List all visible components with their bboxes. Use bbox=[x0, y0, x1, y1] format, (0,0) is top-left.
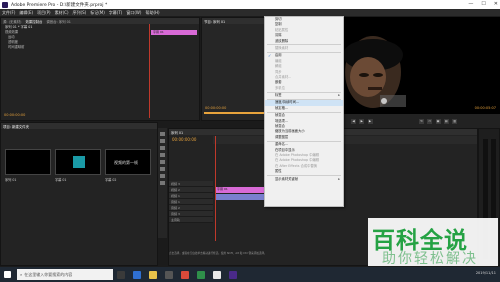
export-frame-button[interactable]: ▣ bbox=[435, 119, 441, 124]
time-ruler[interactable] bbox=[213, 136, 477, 144]
window-title: Adobe Premiere Pro - D:\新建文件夹.prproj * bbox=[11, 2, 108, 8]
clip-thumb-sequence[interactable] bbox=[5, 149, 51, 175]
timeline-clip-video[interactable] bbox=[216, 194, 264, 200]
edge-icon[interactable] bbox=[133, 270, 141, 279]
ripple-edit-tool-icon[interactable] bbox=[160, 146, 165, 150]
track-master[interactable]: 主音轨 bbox=[169, 217, 213, 223]
menu-marker[interactable]: 标记(M) bbox=[90, 10, 105, 16]
timeline-clip-title[interactable]: 字幕 01 bbox=[216, 187, 264, 193]
tab-source[interactable]: 源: (无素材) bbox=[3, 19, 21, 24]
track-select-tool-icon[interactable] bbox=[160, 139, 165, 143]
menu-item-properties[interactable]: 属性 bbox=[265, 169, 343, 174]
store-icon[interactable] bbox=[165, 270, 173, 279]
menu-item-multicam[interactable]: 多机位 bbox=[265, 86, 343, 91]
menu-item-frame-hold[interactable]: 帧定格... bbox=[265, 106, 343, 111]
loop-button[interactable]: ↻ bbox=[419, 119, 424, 124]
tools-panel bbox=[158, 128, 167, 238]
tab-sequence[interactable]: 序列 01 bbox=[171, 130, 183, 135]
minimize-button[interactable]: — bbox=[468, 1, 473, 7]
maximize-button[interactable]: ☐ bbox=[481, 1, 485, 7]
menu-window[interactable]: 窗口(W) bbox=[126, 10, 141, 16]
extract-button[interactable]: ▥ bbox=[452, 119, 458, 124]
clip-thumb-title2[interactable]: 视频的第一帧 bbox=[105, 149, 151, 175]
close-button[interactable]: ✕ bbox=[494, 1, 498, 7]
timeline-timecode: 00:00:00:00 bbox=[172, 137, 197, 142]
watermark-subtitle: 助你轻松解决 bbox=[382, 251, 478, 267]
menu-item-label[interactable]: 标签 ▸ bbox=[265, 93, 343, 98]
clip-title2-text: 视频的第一帧 bbox=[114, 160, 138, 165]
program-monitor-side: 节目: 序列 01 00:00:00:00 bbox=[201, 17, 268, 121]
menu-project[interactable]: 项目(P) bbox=[37, 10, 51, 16]
menu-clip[interactable]: 素材(C) bbox=[55, 10, 69, 16]
app-icon-red[interactable] bbox=[181, 270, 189, 279]
menu-item-adjustment-layer[interactable]: 调整图层 bbox=[265, 135, 343, 140]
selection-tool-icon[interactable] bbox=[160, 132, 165, 136]
menu-item-show-keyframes[interactable]: 显示素材关键帧 ▸ bbox=[265, 177, 343, 182]
lift-button[interactable]: ▤ bbox=[443, 119, 449, 124]
app-icon-white[interactable] bbox=[213, 270, 221, 279]
premiere-taskbar-icon[interactable] bbox=[229, 270, 237, 279]
slip-tool-icon[interactable] bbox=[160, 160, 165, 164]
project-panel: 项目: 新建文件夹 序列 01 字幕 01 视频的第一帧 字幕 02 bbox=[0, 122, 158, 266]
menu-item-ripple-delete[interactable]: 波纹删除 bbox=[265, 39, 343, 44]
effect-controls-panel: 源: (无素材) 效果控制台 调音台: 序列 01 序列 01 * 字幕 01 … bbox=[0, 17, 200, 121]
clip-context-menu: 剪切 复制 粘贴属性 清除 波纹删除 替换素材 ✓ 启用 编组 解组 同步 合并素… bbox=[264, 16, 344, 207]
step-back-button[interactable]: ◀ bbox=[351, 119, 356, 124]
menu-edit[interactable]: 编辑(E) bbox=[19, 10, 33, 16]
play-button[interactable]: ▶ bbox=[359, 119, 365, 124]
premiere-icon bbox=[2, 1, 8, 8]
tab-program[interactable]: 节目: 序列 01 bbox=[204, 19, 225, 24]
zoom-tool-icon[interactable] bbox=[160, 181, 165, 185]
windows-start-icon[interactable] bbox=[4, 271, 11, 278]
fx-clip-bar[interactable]: 字幕 01 bbox=[151, 30, 197, 35]
menu-title[interactable]: 字幕(T) bbox=[109, 10, 123, 16]
program-timecode-left: 00:00:00:00 bbox=[205, 106, 227, 110]
taskbar-search[interactable]: ⌕ 在这里输入你要搜索的内容 bbox=[17, 269, 113, 280]
title-preview-graphic bbox=[73, 156, 85, 168]
clip-name-sequence: 序列 01 bbox=[5, 178, 17, 182]
search-icon: ⌕ bbox=[20, 272, 23, 277]
fx-timecode: 00:00:00:00 bbox=[4, 113, 26, 117]
app-icon-green[interactable] bbox=[197, 270, 205, 279]
tab-audio-mixer[interactable]: 调音台: 序列 01 bbox=[46, 19, 71, 24]
menu-file[interactable]: 文件(F) bbox=[2, 10, 15, 16]
program-scrub-bar[interactable] bbox=[204, 112, 266, 114]
menu-help[interactable]: 帮助(H) bbox=[145, 10, 159, 16]
menu-item-replace-footage[interactable]: 替换素材 bbox=[265, 46, 343, 51]
safe-margins-button[interactable]: ▭ bbox=[427, 119, 433, 124]
razor-tool-icon[interactable] bbox=[160, 153, 165, 157]
clip-thumb-title1[interactable] bbox=[55, 149, 101, 175]
program-timecode-right: 00:00:05:07 bbox=[474, 106, 496, 110]
tab-effect-controls[interactable]: 效果控制台 bbox=[25, 19, 42, 24]
hand-tool-icon[interactable] bbox=[160, 174, 165, 178]
task-view-icon[interactable] bbox=[117, 270, 125, 279]
step-forward-button[interactable]: ▶ bbox=[367, 119, 373, 124]
pen-tool-icon[interactable] bbox=[160, 167, 165, 171]
clip-name-title1: 字幕 01 bbox=[55, 178, 67, 182]
taskbar-clock: 2019/11/11 bbox=[475, 271, 496, 275]
windows-taskbar: ⌕ 在这里输入你要搜索的内容 2019/11/11 bbox=[0, 267, 500, 282]
playhead-line bbox=[149, 24, 150, 118]
menu-sequence[interactable]: 序列(S) bbox=[73, 10, 87, 16]
timeline-status-text: 点击选择，或者在空白处单击拖动进行框选。使用 Shift、Alt 和 Ctrl … bbox=[169, 252, 267, 255]
tab-project[interactable]: 项目: 新建文件夹 bbox=[3, 124, 29, 129]
submenu-arrow-icon: ▸ bbox=[338, 176, 340, 181]
title-bar: Adobe Premiere Pro - D:\新建文件夹.prproj * —… bbox=[0, 0, 500, 9]
clip-name-title2: 字幕 02 bbox=[105, 178, 117, 182]
file-explorer-icon[interactable] bbox=[149, 270, 157, 279]
submenu-arrow-icon: ▸ bbox=[338, 93, 340, 98]
search-placeholder: 在这里输入你要搜索的内容 bbox=[24, 271, 73, 277]
menu-bar: 文件(F) 编辑(E) 项目(P) 素材(C) 序列(S) 标记(M) 字幕(T… bbox=[0, 9, 500, 16]
fx-row-time-remap[interactable]: 时间重映射 bbox=[1, 44, 199, 49]
watermark: 百科全说 助你轻松解决 bbox=[368, 218, 498, 267]
